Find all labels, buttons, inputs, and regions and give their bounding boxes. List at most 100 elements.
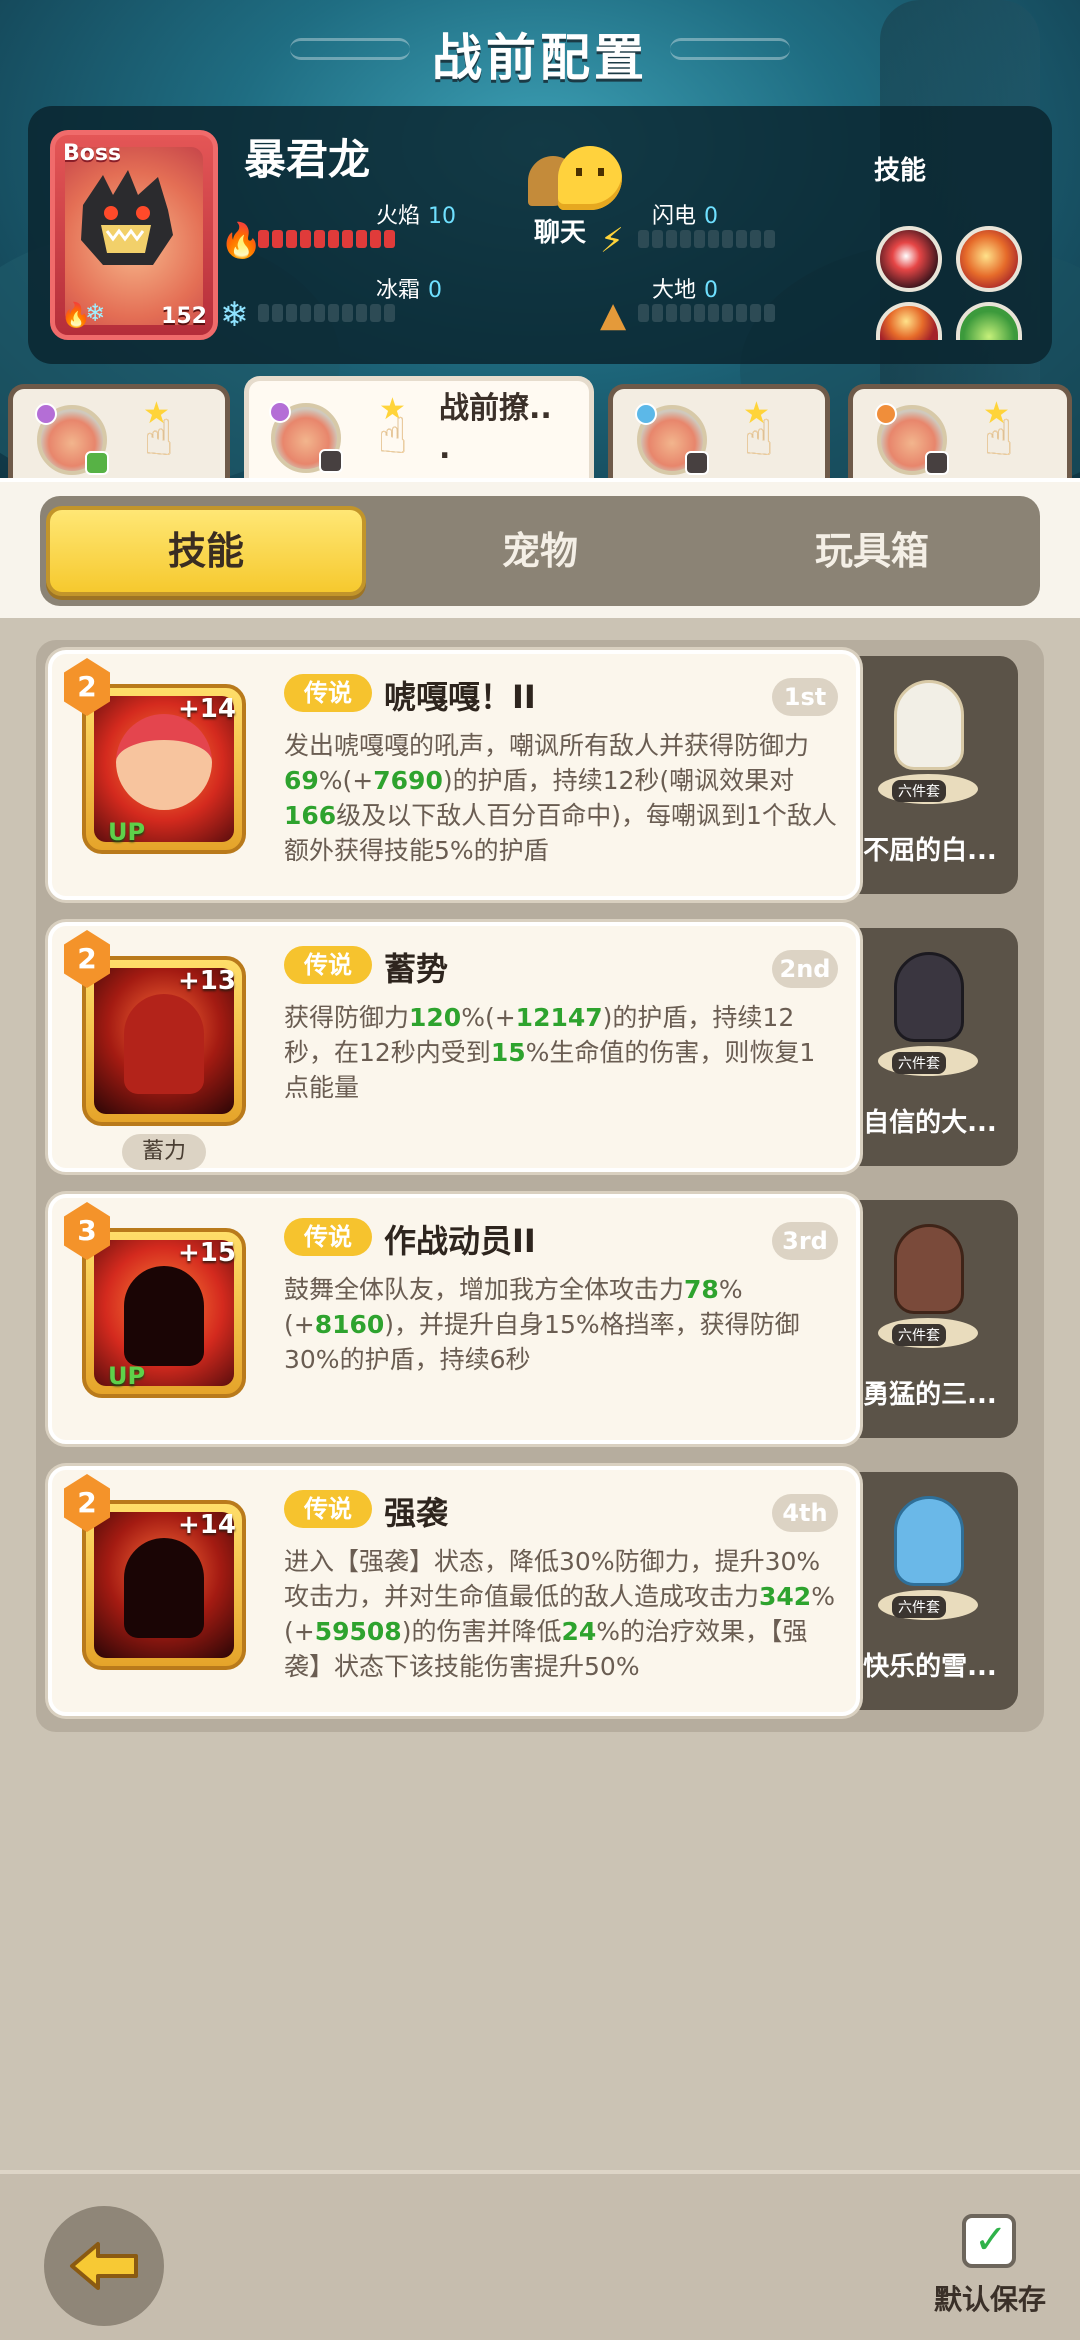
back-button[interactable] xyxy=(44,2206,164,2326)
boss-skills-label: 技能 xyxy=(874,156,927,186)
highlight-value: 24 xyxy=(561,1617,597,1646)
boss-skill-icon[interactable] xyxy=(956,226,1022,292)
hand-icon: ☝ xyxy=(743,409,775,467)
hero-avatar xyxy=(269,401,343,473)
boss-skill-icon[interactable] xyxy=(956,302,1022,340)
shadow-warrior-icon xyxy=(124,1266,204,1366)
upgrade-indicator: UP xyxy=(108,1362,146,1390)
upgrade-indicator: UP xyxy=(108,818,146,846)
highlight-value: 120 xyxy=(409,1003,462,1032)
pet-figure: 六件套 xyxy=(868,936,988,1076)
active-badge-icon xyxy=(85,451,109,475)
loadout-tab-4[interactable]: ★ ☝ xyxy=(848,384,1072,480)
description-text: )的伤害并降低 xyxy=(401,1617,562,1646)
stat-bar-segment xyxy=(708,304,719,322)
boss-info-panel: Boss 🔥 ❄ 152 暴君龙 火焰 10 🔥 闪电 0 ⚡ 冰霜 0 ❄ 大地 0 … xyxy=(28,106,1052,364)
skill-order: 1st xyxy=(772,678,838,716)
skill-plus: +14 xyxy=(178,1510,236,1540)
boss-skill-icon[interactable] xyxy=(876,226,942,292)
stat-lightning-label: 闪电 xyxy=(652,204,697,229)
chat-bubble-eyes xyxy=(576,168,604,176)
skill-order: 3rd xyxy=(772,1222,838,1260)
loadout-tabs: ★ ☝ ★ ☝ 战前撩.. . ★ ☝ ★ ☝ xyxy=(0,376,1080,480)
skill-card[interactable]: 3 +15 UP 传说 作战动员II 3rd 鼓舞全体队友，增加我方全体攻击力7… xyxy=(48,1194,1032,1444)
loadout-tab-2[interactable]: ★ ☝ 战前撩.. . xyxy=(244,376,594,480)
stat-bar-segment xyxy=(258,230,269,248)
stat-bar-segment xyxy=(342,230,353,248)
stat-bar-segment xyxy=(286,230,297,248)
category-segment-control: 技能 宠物 玩具箱 xyxy=(40,496,1040,606)
loadout-tab-1[interactable]: ★ ☝ xyxy=(8,384,230,480)
default-save-label[interactable]: 默认保存 xyxy=(934,2278,1046,2318)
back-arrow-icon xyxy=(70,2242,138,2290)
skill-card[interactable]: 2 +14 传说 强袭 4th 进入【强袭】状态，降低30%防御力，提升30%攻… xyxy=(48,1466,1032,1716)
default-save-checkbox[interactable]: ✓ xyxy=(962,2214,1016,2268)
stat-bar-segment xyxy=(328,230,339,248)
snow-pet-icon xyxy=(894,1496,964,1586)
dragon-icon xyxy=(81,170,173,265)
stat-bar-segment xyxy=(652,304,663,322)
gem-icon xyxy=(269,401,291,423)
pet-name: 勇猛的三... xyxy=(863,1380,997,1410)
highlight-value: 342 xyxy=(759,1582,812,1611)
boss-name: 暴君龙 xyxy=(244,135,371,184)
page-title: 战前配置 xyxy=(432,29,648,87)
stat-bar-segment xyxy=(750,230,761,248)
segment-panel: 技能 宠物 玩具箱 xyxy=(0,478,1080,618)
earth-icon: ▲ xyxy=(600,295,627,335)
skill-name: 蓄势 xyxy=(384,950,449,988)
highlight-value: 78 xyxy=(684,1275,719,1304)
hero-face-icon xyxy=(116,714,212,810)
description-text: 获得防御力 xyxy=(284,1003,410,1032)
goat-pet-icon xyxy=(894,952,964,1042)
stat-lightning-value: 0 xyxy=(704,204,719,229)
boss-tag: Boss xyxy=(63,141,122,166)
stat-bar-segment xyxy=(764,230,775,248)
pet-name: 自信的大... xyxy=(863,1108,997,1138)
segment-toybox[interactable]: 玩具箱 xyxy=(712,506,1032,596)
skill-sub-tag: 蓄力 xyxy=(122,1134,206,1170)
stat-bar-segment xyxy=(694,304,705,322)
hand-icon: ☝ xyxy=(143,409,175,467)
gem-icon xyxy=(35,403,57,425)
description-text: %(+ xyxy=(461,1003,516,1032)
skill-card[interactable]: 2 +13 蓄力 传说 蓄势 2nd 获得防御力120%(+12147)的护盾，… xyxy=(48,922,1032,1172)
frost-icon: ❄ xyxy=(220,295,249,335)
stat-bar-segment xyxy=(384,230,395,248)
skill-card[interactable]: 2 +14 UP 传说 唬嘎嘎！II 1st 发出唬嘎嘎的吼声，嘲讽所有敌人并获… xyxy=(48,650,1032,900)
stat-bar-segment xyxy=(356,230,367,248)
ice-element-icon: ❄ xyxy=(85,299,106,327)
stat-bar-segment xyxy=(356,304,367,322)
boss-portrait[interactable]: Boss 🔥 ❄ 152 xyxy=(50,130,218,340)
horned-shadow-icon xyxy=(124,994,204,1094)
skill-name: 作战动员II xyxy=(384,1222,536,1260)
pet-figure: 六件套 xyxy=(868,664,988,804)
chat-label: 聊天 xyxy=(534,218,587,248)
stat-bar-segment xyxy=(666,304,677,322)
description-text: )的护盾，持续12秒(嘲讽效果对 xyxy=(442,766,795,795)
pet-set-label: 六件套 xyxy=(892,1324,946,1346)
stat-bar-segment xyxy=(328,304,339,322)
stat-bar-segment xyxy=(722,230,733,248)
loadout-tab-3[interactable]: ★ ☝ xyxy=(608,384,830,480)
rarity-badge: 传说 xyxy=(284,1490,372,1528)
stat-frost-bar xyxy=(258,304,395,322)
stat-bar-segment xyxy=(680,230,691,248)
skill-description: 发出唬嘎嘎的吼声，嘲讽所有敌人并获得防御力 69%(+7690)的护盾，持续12秒… xyxy=(284,728,840,868)
stat-frost-value: 0 xyxy=(428,278,443,303)
hero-avatar xyxy=(635,403,709,475)
description-text: 发出唬嘎嘎的吼声，嘲讽所有敌人并获得防御力 xyxy=(284,731,810,760)
rarity-badge: 传说 xyxy=(284,946,372,984)
description-text: %(+ xyxy=(318,766,374,795)
highlight-value: 69 xyxy=(284,766,319,795)
highlight-value: 8160 xyxy=(314,1310,385,1339)
segment-skills[interactable]: 技能 xyxy=(46,506,366,596)
stat-earth-value: 0 xyxy=(704,278,719,303)
boss-level: 152 xyxy=(161,304,207,329)
description-text: 级及以下敌人百分百命中)，每嘲讽到1个敌人额外获得技能5%的护盾 xyxy=(284,801,837,865)
stat-fire-label: 火焰 xyxy=(376,204,421,229)
segment-pets[interactable]: 宠物 xyxy=(380,506,700,596)
chat-button[interactable]: 聊天 xyxy=(518,146,638,256)
skill-name: 强袭 xyxy=(384,1494,449,1532)
stat-bar-segment xyxy=(314,304,325,322)
